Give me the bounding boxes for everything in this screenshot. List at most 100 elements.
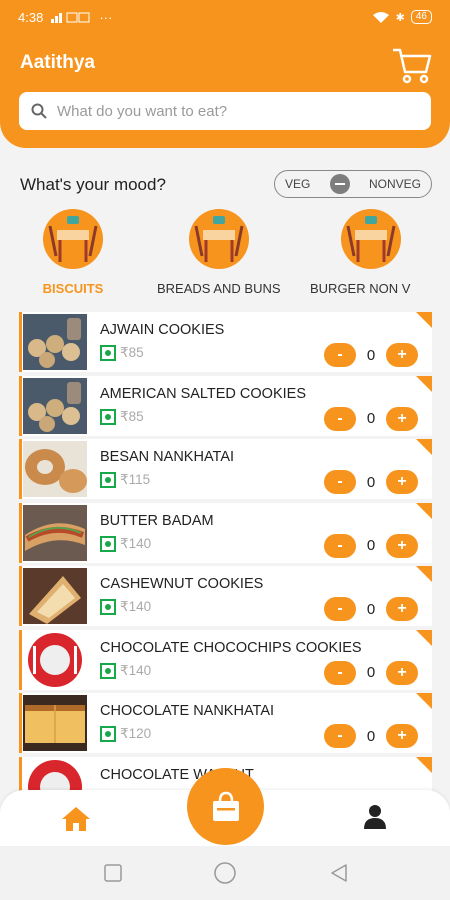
product-card[interactable]: AMERICAN SALTED COOKIES ₹85 - 0 +: [19, 375, 432, 436]
app-header: Aatithya: [0, 34, 450, 148]
veg-indicator-icon: [100, 535, 116, 552]
increase-button[interactable]: +: [386, 533, 418, 558]
quantity-stepper: - 0 +: [324, 343, 418, 367]
home-circle-icon[interactable]: [214, 862, 236, 884]
table-chairs-icon: [43, 209, 103, 269]
corner-ribbon: [416, 693, 432, 709]
product-card[interactable]: AJWAIN COOKIES ₹85 - 0 +: [19, 312, 432, 372]
nonveg-label: NONVEG: [368, 177, 421, 191]
category-label: BISCUITS: [42, 281, 104, 296]
bluetooth-icon: ✱: [395, 11, 405, 24]
quantity-value: 0: [366, 473, 376, 491]
increase-button[interactable]: +: [386, 597, 418, 621]
quantity-value: 0: [366, 727, 376, 745]
table-chairs-icon: [341, 209, 401, 269]
product-price: ₹85: [120, 345, 144, 360]
category-label: BREADS AND BUNS: [157, 281, 281, 296]
increase-button[interactable]: +: [386, 406, 418, 431]
product-name: BUTTER BADAM: [100, 512, 214, 529]
nankhatai-thumbnail: [23, 441, 87, 497]
decrease-button[interactable]: -: [324, 597, 356, 621]
veg-indicator-icon: [100, 472, 116, 488]
product-name: CASHEWNUT COOKIES: [100, 576, 264, 592]
status-time: 4:38: [18, 9, 44, 25]
decrease-button[interactable]: -: [324, 406, 356, 431]
search-icon: [31, 103, 47, 119]
category-burger-non-veg[interactable]: BURGER NON V: [310, 208, 415, 296]
quantity-value: 0: [366, 600, 376, 618]
user-icon[interactable]: [363, 804, 387, 830]
veg-nonveg-toggle[interactable]: VEG NONVEG: [274, 170, 432, 198]
corner-ribbon: [416, 502, 432, 519]
price-row: ₹140: [100, 599, 151, 615]
category-biscuits[interactable]: BISCUITS: [42, 208, 104, 296]
decrease-button[interactable]: -: [324, 533, 356, 558]
product-card[interactable]: CHOCOLATE NANKHATAI ₹120 - 0 +: [19, 693, 432, 753]
product-price: ₹115: [120, 472, 151, 487]
quantity-stepper: - 0 +: [324, 470, 418, 494]
plate-cutlery-thumbnail: [23, 631, 87, 688]
decrease-button[interactable]: -: [324, 343, 356, 367]
signal-icon: [51, 12, 90, 23]
price-row: ₹140: [100, 662, 152, 679]
price-row: ₹85: [100, 408, 144, 425]
sandwich-thumbnail: [23, 568, 87, 624]
product-card[interactable]: CHOCOLATE CHOCOCHIPS COOKIES ₹140 - 0 +: [19, 629, 432, 690]
search-bar[interactable]: [19, 92, 431, 130]
product-name: BESAN NANKHATAI: [100, 449, 235, 465]
decrease-button[interactable]: -: [324, 660, 356, 685]
corner-ribbon: [416, 439, 432, 455]
quantity-stepper: - 0 +: [324, 597, 418, 621]
category-breads-and-buns[interactable]: BREADS AND BUNS: [157, 208, 281, 296]
veg-indicator-icon: [100, 662, 116, 679]
product-card[interactable]: BUTTER BADAM ₹140 - 0 +: [19, 502, 432, 563]
battery-indicator: 46: [410, 10, 432, 24]
veg-indicator-icon: [100, 408, 116, 425]
decrease-button[interactable]: -: [324, 724, 356, 748]
quantity-stepper: - 0 +: [324, 660, 418, 685]
product-price: ₹140: [120, 535, 152, 551]
product-card[interactable]: BESAN NANKHATAI ₹115 - 0 +: [19, 439, 432, 499]
corner-ribbon: [416, 566, 432, 582]
quantity-value: 0: [366, 537, 376, 554]
veg-label: VEG: [285, 177, 311, 191]
orders-fab-button[interactable]: [187, 768, 264, 845]
product-price: ₹140: [120, 662, 152, 678]
cake-thumbnail: [23, 695, 87, 751]
decrease-button[interactable]: -: [324, 470, 356, 494]
search-input[interactable]: [57, 102, 397, 120]
wifi-icon: [372, 12, 389, 23]
category-carousel: BISCUITS BREADS AND BUNS BURGER NON V: [0, 208, 450, 296]
quantity-stepper: - 0 +: [324, 724, 418, 748]
product-card[interactable]: CASHEWNUT COOKIES ₹140 - 0 +: [19, 566, 432, 626]
recents-icon[interactable]: [104, 864, 122, 882]
table-chairs-icon: [188, 209, 249, 269]
toggle-knob[interactable]: [329, 174, 350, 194]
product-name: CHOCOLATE CHOCOCHIPS COOKIES: [100, 639, 362, 656]
veg-indicator-icon: [100, 599, 116, 615]
price-row: ₹140: [100, 535, 152, 552]
quantity-value: 0: [366, 664, 376, 681]
shopping-bag-icon: [212, 791, 239, 821]
increase-button[interactable]: +: [386, 724, 418, 748]
more-dots-icon: ···: [99, 9, 113, 25]
product-list: AJWAIN COOKIES ₹85 - 0 + AMERICAN SALTED…: [19, 312, 432, 820]
increase-button[interactable]: +: [386, 660, 418, 685]
mood-heading: What's your mood?: [20, 175, 166, 194]
price-row: ₹120: [100, 726, 151, 742]
back-icon[interactable]: [330, 864, 348, 882]
quantity-value: 0: [366, 346, 376, 364]
category-label: BURGER NON V: [310, 281, 411, 296]
increase-button[interactable]: +: [386, 343, 418, 367]
veg-indicator-icon: [100, 726, 116, 742]
corner-ribbon: [416, 375, 432, 392]
increase-button[interactable]: +: [386, 470, 418, 494]
product-name: CHOCOLATE NANKHATAI: [100, 703, 275, 719]
cart-icon[interactable]: [390, 42, 434, 86]
home-icon[interactable]: [61, 806, 91, 832]
product-name: AJWAIN COOKIES: [100, 322, 225, 338]
price-row: ₹115: [100, 472, 150, 488]
cookies-thumbnail: [23, 377, 87, 434]
corner-ribbon: [416, 756, 432, 773]
cookies-thumbnail: [23, 314, 87, 370]
